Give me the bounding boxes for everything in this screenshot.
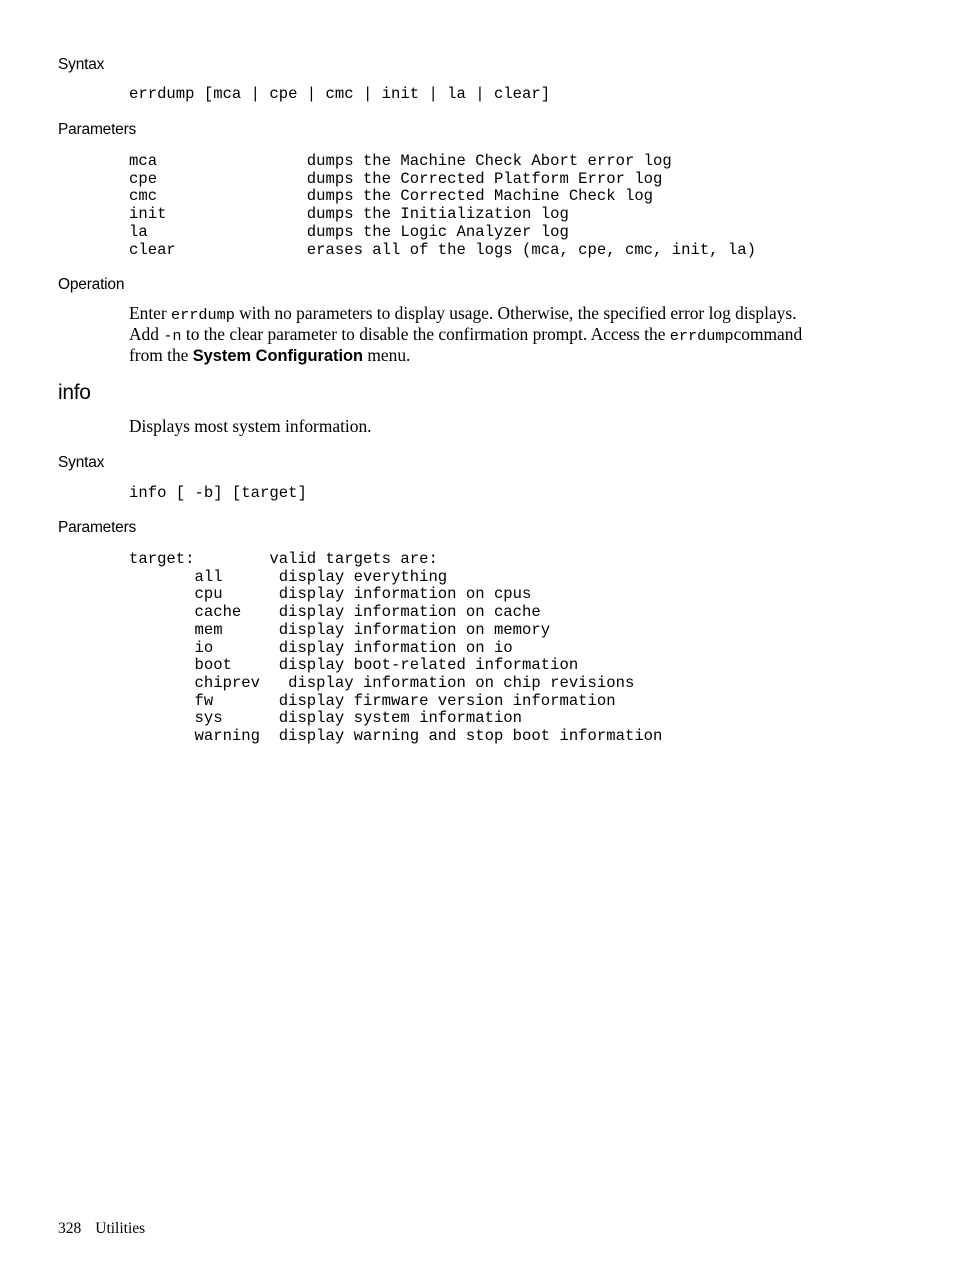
heading-errdump-parameters: Parameters (58, 121, 137, 138)
info-syntax-code: info [ -b] [target] (129, 484, 307, 502)
page-footer: 328 Utilities (58, 1220, 145, 1238)
footer-chapter-title: Utilities (95, 1220, 146, 1237)
heading-errdump-syntax: Syntax (58, 56, 105, 73)
menu-name-system-configuration: System Configuration (192, 347, 364, 365)
operation-paragraph-line-1: Enter errdump with no parameters to disp… (129, 303, 797, 326)
footer-page-number: 328 (58, 1220, 82, 1237)
operation-text-d: to the clear parameter to disable the co… (181, 324, 670, 344)
operation-command-errdump: errdump (171, 306, 235, 324)
operation-text-e: command (733, 324, 803, 344)
operation-flag-n: -n (163, 327, 182, 345)
operation-text-b: with no parameters to display usage. Oth… (234, 303, 797, 323)
info-description: Displays most system information. (129, 416, 372, 436)
errdump-syntax-code: errdump [mca | cpe | cmc | init | la | c… (129, 85, 551, 103)
heading-info-syntax: Syntax (58, 454, 105, 471)
operation-paragraph-line-3: from the System Configuration menu. (129, 345, 410, 367)
operation-text-c: Add (129, 324, 164, 344)
heading-info-parameters: Parameters (58, 519, 137, 536)
operation-command-errdump-2: errdump (669, 327, 734, 345)
operation-text-f: from the (129, 345, 193, 365)
info-parameters-list: target: valid targets are: all display e… (129, 550, 663, 746)
heading-info-command: info (58, 381, 91, 404)
heading-errdump-operation: Operation (58, 276, 125, 293)
operation-text-g: menu. (363, 345, 411, 365)
operation-text-a: Enter (129, 303, 172, 323)
errdump-parameters-list: mca dumps the Machine Check Abort error … (129, 152, 756, 259)
document-page: Syntax errdump [mca | cpe | cmc | init |… (0, 0, 954, 1271)
operation-paragraph-line-2: Add -n to the clear parameter to disable… (129, 324, 802, 347)
